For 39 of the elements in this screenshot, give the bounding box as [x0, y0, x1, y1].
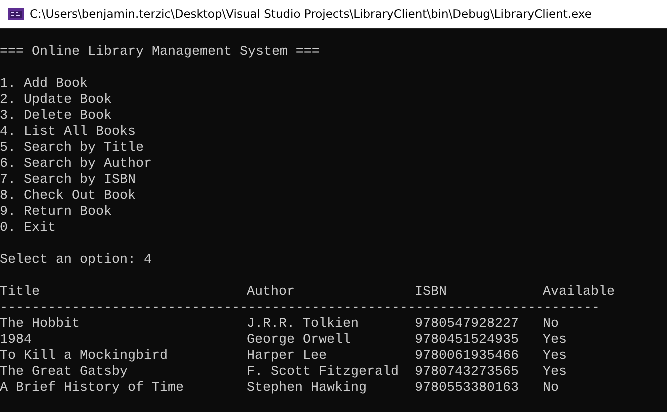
table-cell: Yes [543, 365, 567, 381]
column-header: Title [0, 285, 40, 301]
column-header: ISBN [415, 285, 447, 301]
menu-option: 1. Add Book [0, 77, 88, 92]
menu-option: 7. Search by ISBN [0, 173, 136, 188]
menu-option: 4. List All Books [0, 125, 136, 140]
table-cell: To Kill a Mockingbird [0, 349, 168, 365]
table-cell: George Orwell [247, 333, 351, 349]
column-header: Available [543, 285, 615, 301]
menu-option: 8. Check Out Book [0, 189, 136, 204]
menu-option: 2. Update Book [0, 93, 112, 108]
table-cell: 9780547928227 [415, 317, 519, 333]
prompt-text: Select an option: 4 [0, 253, 152, 268]
table-cell: Stephen Hawking [247, 381, 367, 397]
menu-option: 6. Search by Author [0, 157, 152, 172]
table-cell: 9780061935466 [415, 349, 519, 365]
table-cell: 9780451524935 [415, 333, 519, 349]
table-cell: F. Scott Fitzgerald [247, 365, 399, 381]
table-cell: 1984 [0, 333, 32, 349]
console-icon [8, 8, 24, 20]
table-cell: No [543, 381, 559, 397]
table-cell: Yes [543, 333, 567, 349]
table-cell: Yes [543, 349, 567, 365]
menu-option: 5. Search by Title [0, 141, 144, 156]
table-cell: 9780553380163 [415, 381, 519, 397]
table-cell: The Great Gatsby [0, 365, 128, 381]
table-cell: A Brief History of Time [0, 381, 184, 397]
column-header: Author [247, 285, 295, 301]
menu-option: 0. Exit [0, 221, 56, 236]
table-cell: Harper Lee [247, 349, 327, 365]
menu-option: 9. Return Book [0, 205, 112, 220]
table-cell: No [543, 317, 559, 333]
menu-option: 3. Delete Book [0, 109, 112, 124]
table-cell: J.R.R. Tolkien [247, 317, 359, 333]
table-divider: --------------------------------------------------------------------------- [0, 301, 600, 316]
table-cell: The Hobbit [0, 317, 80, 333]
table-cell: 9780743273565 [415, 365, 519, 381]
window-title: C:\Users\benjamin.terzic\Desktop\Visual Studio Projects\LibraryClient\bin\Debug\LibraryClient.exe [30, 7, 592, 21]
console-heading: === Online Library Management System === [0, 45, 320, 60]
